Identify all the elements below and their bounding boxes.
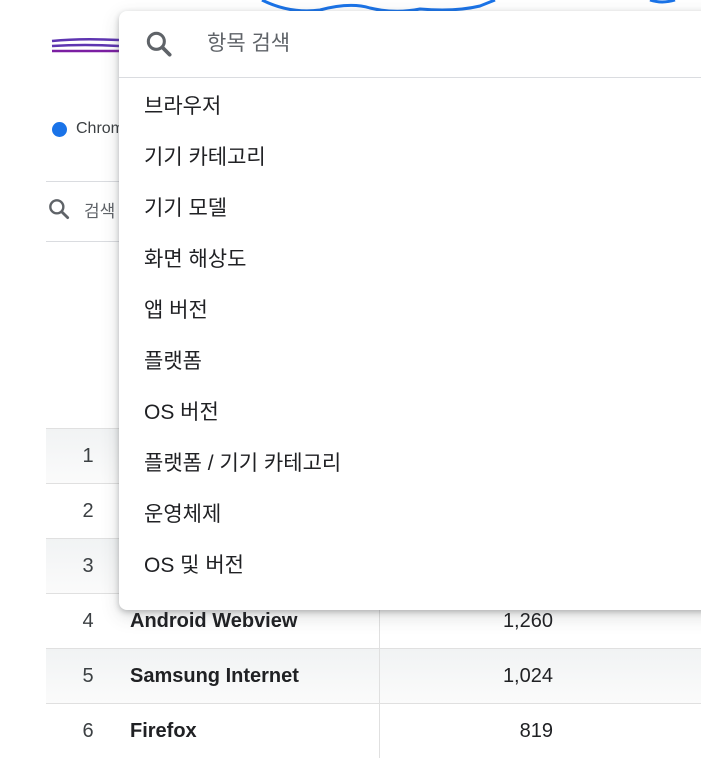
table-search[interactable]: 검색 — [46, 196, 115, 222]
search-icon — [46, 196, 72, 222]
row-value: 819 — [519, 719, 553, 742]
search-icon — [143, 28, 175, 60]
row-name: Android Webview — [130, 609, 298, 632]
dimension-dropdown: 브라우저 기기 카테고리 기기 모델 화면 해상도 앱 버전 플랫폼 OS 버전… — [119, 11, 701, 610]
row-value: 1,260 — [502, 609, 553, 632]
dropdown-search-input[interactable] — [205, 31, 689, 57]
row-index: 4 — [82, 609, 94, 632]
table-row[interactable]: 6 Firefox 819 — [46, 703, 701, 758]
row-index: 2 — [82, 499, 94, 522]
dropdown-search-bar — [119, 11, 701, 78]
chart-line-blue-right — [649, 0, 676, 4]
row-index: 3 — [82, 554, 94, 577]
chart-line-blue — [261, 0, 496, 13]
dropdown-item-app-version[interactable]: 앱 버전 — [119, 283, 701, 334]
dropdown-item-platform[interactable]: 플랫폼 — [119, 334, 701, 385]
dropdown-item-operating-system[interactable]: 운영체제 — [119, 487, 701, 538]
row-index: 5 — [82, 664, 94, 687]
dropdown-item-screen-resolution[interactable]: 화면 해상도 — [119, 232, 701, 283]
chart-line-purple-2 — [51, 43, 120, 48]
legend-dot-chrome — [52, 121, 67, 137]
row-name: Samsung Internet — [130, 664, 299, 687]
row-value: 1,024 — [502, 664, 553, 687]
legend-label-chrome: Chrom — [76, 120, 125, 137]
row-name: Firefox — [130, 719, 197, 742]
dropdown-item-os-with-version[interactable]: OS 및 버전 — [119, 538, 701, 589]
row-index: 1 — [82, 444, 94, 467]
chart-line-purple-1 — [51, 37, 120, 43]
dropdown-list: 브라우저 기기 카테고리 기기 모델 화면 해상도 앱 버전 플랫폼 OS 버전… — [119, 78, 701, 589]
chart-legend: Chrom — [52, 120, 124, 138]
dropdown-item-platform-device-category[interactable]: 플랫폼 / 기기 카테고리 — [119, 436, 701, 487]
dropdown-item-device-model[interactable]: 기기 모델 — [119, 181, 701, 232]
dropdown-item-device-category[interactable]: 기기 카테고리 — [119, 130, 701, 181]
table-search-label: 검색 — [84, 201, 116, 221]
table-row[interactable]: 5 Samsung Internet 1,024 — [46, 648, 701, 703]
dropdown-item-browser[interactable]: 브라우저 — [119, 79, 701, 130]
row-index: 6 — [82, 719, 94, 742]
dropdown-item-os-version[interactable]: OS 버전 — [119, 385, 701, 436]
